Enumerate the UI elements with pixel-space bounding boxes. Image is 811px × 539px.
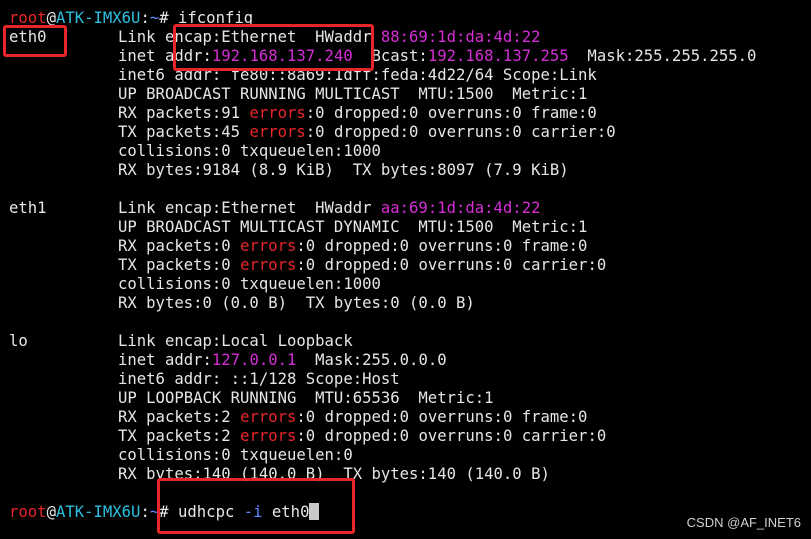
errors-label: errors [249, 123, 306, 141]
lo-line-1: lo Link encap:Local Loopback [9, 332, 353, 350]
prompt-path: ~ [149, 9, 160, 27]
errors-label: errors [240, 408, 297, 426]
watermark: CSDN @AF_INET6 [686, 515, 801, 530]
eth1-line-1: eth1 Link encap:Ethernet HWaddr aa:69:1d:… [9, 199, 541, 217]
errors-label: errors [240, 427, 297, 445]
hwaddr-eth0: 88:69:1d:da:4d:22 [380, 28, 541, 46]
inet-addr-lo: 127.0.0.1 [211, 351, 297, 369]
highlight-box-udhcpc-command [157, 478, 355, 534]
interface-name-eth1: eth1 [9, 199, 47, 217]
bcast-eth0: 192.168.137.255 [427, 47, 569, 65]
prompt-user: root [9, 503, 47, 521]
prompt-host: ATK-IMX6U [55, 503, 141, 521]
errors-label: errors [240, 237, 297, 255]
hwaddr-eth1: aa:69:1d:da:4d:22 [380, 199, 541, 217]
interface-name-lo: lo [9, 332, 28, 350]
highlight-box-eth0 [3, 25, 67, 57]
errors-label: errors [249, 104, 306, 122]
errors-label: errors [240, 256, 297, 274]
prompt-host: ATK-IMX6U [55, 9, 141, 27]
terminal-window[interactable]: root@ATK-IMX6U:~# ifconfig eth0 Link enca… [0, 0, 811, 539]
highlight-box-inet-addr [173, 24, 374, 71]
